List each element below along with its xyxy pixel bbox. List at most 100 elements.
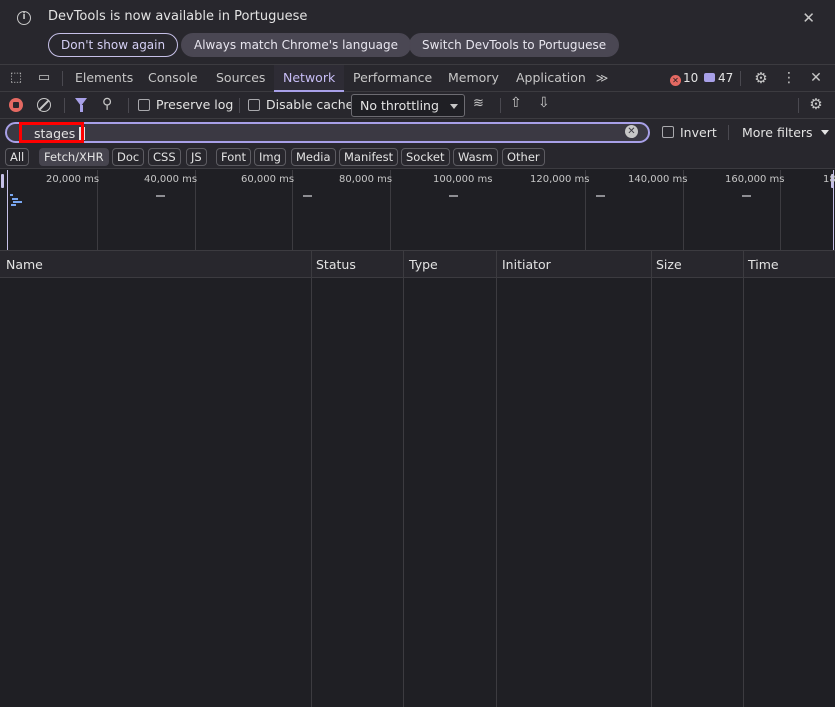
tab-performance[interactable]: Performance xyxy=(344,65,441,92)
column-divider[interactable] xyxy=(496,251,497,707)
request-marker xyxy=(596,195,605,197)
tick-label: 20,000 ms xyxy=(46,174,100,185)
requests-table-body[interactable] xyxy=(0,278,835,707)
network-toolbar: ⚲ Preserve log Disable cache No throttli… xyxy=(0,92,835,119)
export-har-icon[interactable]: ⇩ xyxy=(538,95,550,111)
main-tabbar: ⬚ ▭ Elements Console Sources Network Per… xyxy=(0,65,835,92)
tab-sources[interactable]: Sources xyxy=(207,65,274,92)
throttling-select[interactable]: No throttling xyxy=(351,94,465,117)
chip-socket[interactable]: Socket xyxy=(401,148,450,166)
import-har-icon[interactable]: ⇧ xyxy=(510,95,522,111)
tick-label: 140,000 ms xyxy=(628,174,688,185)
chip-other[interactable]: Other xyxy=(502,148,545,166)
column-type[interactable]: Type xyxy=(409,257,438,272)
overview-window-start xyxy=(7,170,8,250)
chip-js[interactable]: JS xyxy=(186,148,207,166)
column-status[interactable]: Status xyxy=(316,257,356,272)
divider xyxy=(128,98,129,113)
close-devtools-icon[interactable]: ✕ xyxy=(808,70,824,86)
column-divider[interactable] xyxy=(403,251,404,707)
column-initiator[interactable]: Initiator xyxy=(502,257,551,272)
divider xyxy=(740,71,741,86)
more-filters-dropdown[interactable]: More filters xyxy=(742,125,829,140)
message-count-badge[interactable]: 47 xyxy=(704,70,733,86)
column-divider[interactable] xyxy=(651,251,652,707)
request-bar xyxy=(10,194,13,196)
request-marker xyxy=(742,195,751,197)
disable-cache-label: Disable cache xyxy=(266,97,354,112)
clear-icon[interactable] xyxy=(37,98,51,112)
column-size[interactable]: Size xyxy=(656,257,682,272)
tick-label: 100,000 ms xyxy=(433,174,493,185)
stop-recording-icon[interactable] xyxy=(9,98,23,112)
message-icon xyxy=(704,73,715,82)
more-tabs-icon[interactable]: ≫ xyxy=(594,70,610,86)
request-bar xyxy=(12,198,18,200)
resource-type-filters: All Fetch/XHR Doc CSS JS Font Img Media … xyxy=(0,146,835,169)
search-icon[interactable]: ⚲ xyxy=(102,96,112,112)
tab-elements[interactable]: Elements xyxy=(66,65,142,92)
error-count-badge[interactable]: ✕ 10 xyxy=(670,70,698,86)
network-overview[interactable]: 20,000 ms 40,000 ms 60,000 ms 80,000 ms … xyxy=(0,170,835,251)
column-name[interactable]: Name xyxy=(6,257,43,272)
preserve-log-checkbox[interactable] xyxy=(138,99,150,111)
network-conditions-icon[interactable]: ≋ xyxy=(473,96,484,111)
overview-left-handle[interactable] xyxy=(1,174,4,188)
request-bar xyxy=(11,204,16,206)
disable-cache-checkbox[interactable] xyxy=(248,99,260,111)
dont-show-again-button[interactable]: Don't show again xyxy=(48,33,179,57)
device-toolbar-icon[interactable]: ▭ xyxy=(36,70,52,86)
tab-memory[interactable]: Memory xyxy=(439,65,508,92)
chip-fetch-xhr[interactable]: Fetch/XHR xyxy=(39,148,109,166)
network-settings-icon[interactable]: ⚙ xyxy=(808,96,824,112)
chip-all[interactable]: All xyxy=(5,148,30,166)
error-icon: ✕ xyxy=(670,75,681,86)
tick-label: 80,000 ms xyxy=(339,174,393,185)
tick-label: 40,000 ms xyxy=(144,174,198,185)
request-marker xyxy=(156,195,165,197)
divider xyxy=(728,125,729,140)
filter-input[interactable]: stages xyxy=(5,122,650,143)
filter-row: stages Invert More filters xyxy=(0,119,835,146)
infobar-message: DevTools is now available in Portuguese xyxy=(48,9,308,24)
divider xyxy=(500,98,501,113)
column-divider[interactable] xyxy=(743,251,744,707)
filter-icon[interactable] xyxy=(75,98,87,112)
divider xyxy=(64,98,65,113)
chip-doc[interactable]: Doc xyxy=(112,148,145,166)
request-bar xyxy=(13,201,22,203)
tick-label: 18 xyxy=(823,174,835,185)
chip-font[interactable]: Font xyxy=(216,148,252,166)
preserve-log-label: Preserve log xyxy=(156,97,234,112)
highlight-box xyxy=(19,122,84,143)
tab-console[interactable]: Console xyxy=(139,65,207,92)
requests-table-header: Name Status Type Initiator Size Time xyxy=(0,251,835,278)
always-match-language-button[interactable]: Always match Chrome's language xyxy=(181,33,411,57)
chip-img[interactable]: Img xyxy=(254,148,286,166)
info-icon: i xyxy=(17,11,31,25)
invert-label: Invert xyxy=(680,125,717,140)
language-infobar: i DevTools is now available in Portugues… xyxy=(0,0,835,65)
clear-filter-icon[interactable]: ✕ xyxy=(625,125,638,138)
column-time[interactable]: Time xyxy=(748,257,779,272)
tick-label: 160,000 ms xyxy=(725,174,785,185)
settings-gear-icon[interactable]: ⚙ xyxy=(753,70,769,86)
divider xyxy=(239,98,240,113)
invert-checkbox[interactable] xyxy=(662,126,674,138)
tab-application[interactable]: Application xyxy=(507,65,595,92)
chip-media[interactable]: Media xyxy=(291,148,336,166)
switch-to-portuguese-button[interactable]: Switch DevTools to Portuguese xyxy=(409,33,620,57)
inspect-element-icon[interactable]: ⬚ xyxy=(8,70,24,86)
close-icon[interactable]: ✕ xyxy=(802,9,815,27)
chip-css[interactable]: CSS xyxy=(148,148,181,166)
divider xyxy=(62,71,63,86)
column-divider[interactable] xyxy=(311,251,312,707)
tick-label: 60,000 ms xyxy=(241,174,295,185)
more-options-icon[interactable]: ⋮ xyxy=(781,70,797,86)
chip-manifest[interactable]: Manifest xyxy=(339,148,399,166)
request-marker xyxy=(303,195,312,197)
chip-wasm[interactable]: Wasm xyxy=(453,148,498,166)
tab-network[interactable]: Network xyxy=(274,65,345,92)
tick-label: 120,000 ms xyxy=(530,174,590,185)
request-marker xyxy=(449,195,458,197)
